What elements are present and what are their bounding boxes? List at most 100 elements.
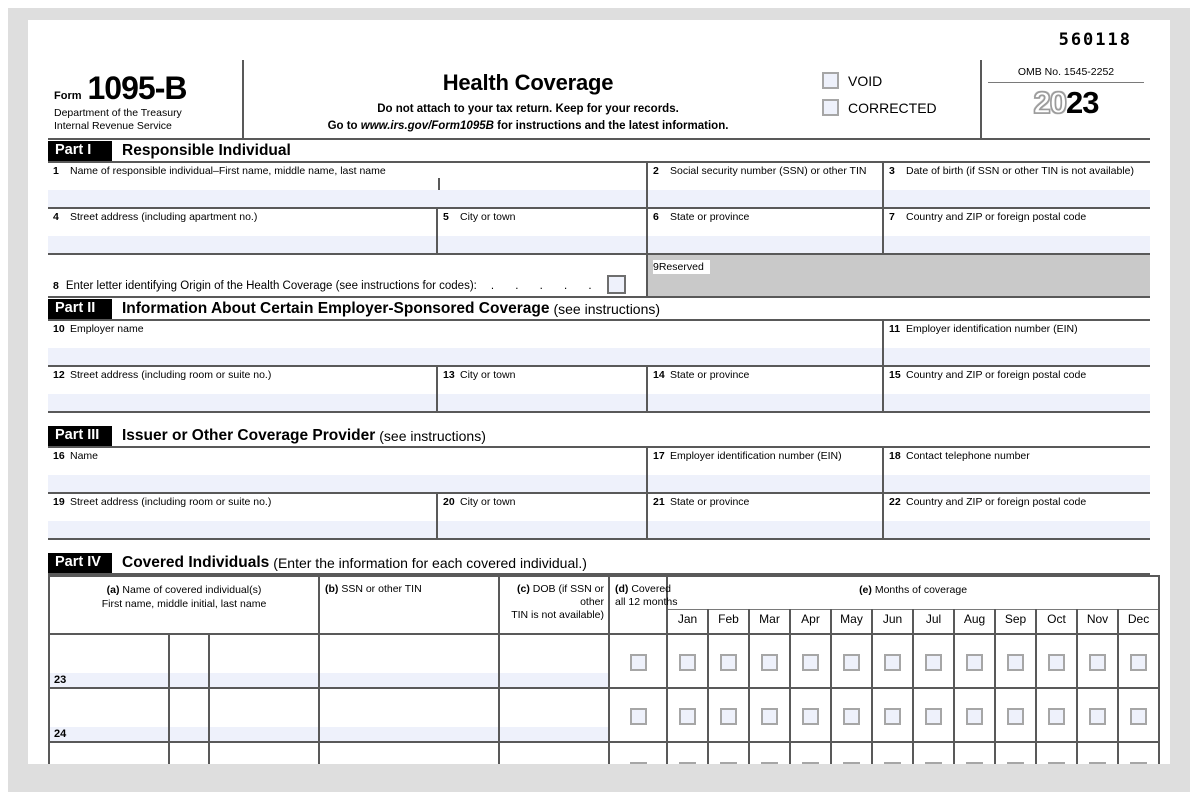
row-23-ssn-input[interactable] [320, 673, 498, 687]
row-25-feb-checkbox[interactable] [720, 762, 737, 764]
field-21-state[interactable]: 21 State or province [648, 494, 884, 538]
row-24-apr[interactable] [789, 687, 832, 743]
field-1-input[interactable] [48, 190, 646, 207]
row-24-first-name[interactable]: 24 [48, 687, 170, 743]
field-11-input[interactable] [884, 348, 1150, 365]
row-25-jun[interactable] [871, 741, 914, 764]
field-12-street[interactable]: 12 Street address (including room or suit… [48, 367, 438, 411]
row-24-jul-checkbox[interactable] [925, 708, 942, 725]
void-row[interactable]: VOID [812, 72, 980, 89]
row-25-ssn[interactable] [318, 741, 500, 764]
row-23-first-name-input[interactable] [50, 673, 168, 687]
field-21-input[interactable] [648, 521, 882, 538]
field-2-input[interactable] [648, 190, 882, 207]
field-7-country[interactable]: 7 Country and ZIP or foreign postal code [884, 209, 1150, 253]
row-24-middle-initial[interactable] [168, 687, 210, 743]
row-23-nov[interactable] [1076, 633, 1119, 689]
row-24-jun-checkbox[interactable] [884, 708, 901, 725]
row-23-feb[interactable] [707, 633, 750, 689]
row-23-feb-checkbox[interactable] [720, 654, 737, 671]
field-3-input[interactable] [884, 190, 1150, 207]
row-24-dob-input[interactable] [500, 727, 608, 741]
field-8-origin-code[interactable]: 8 Enter letter identifying Origin of the… [48, 255, 648, 296]
row-23-jun[interactable] [871, 633, 914, 689]
row-24-sep[interactable] [994, 687, 1037, 743]
row-23-first-name[interactable]: 23 [48, 633, 170, 689]
row-24-jan-checkbox[interactable] [679, 708, 696, 725]
row-24-aug-checkbox[interactable] [966, 708, 983, 725]
row-23-oct-checkbox[interactable] [1048, 654, 1065, 671]
row-23-last-name[interactable] [208, 633, 320, 689]
row-23-may[interactable] [830, 633, 873, 689]
field-4-street[interactable]: 4 Street address (including apartment no.… [48, 209, 438, 253]
row-24-apr-checkbox[interactable] [802, 708, 819, 725]
field-1-name[interactable]: 1 Name of responsible individual–First na… [48, 163, 648, 207]
field-7-input[interactable] [884, 236, 1150, 253]
field-13-city[interactable]: 13 City or town [438, 367, 648, 411]
field-5-city[interactable]: 5 City or town [438, 209, 648, 253]
field-10-employer-name[interactable]: 10 Employer name [48, 321, 884, 365]
irs-url[interactable]: www.irs.gov/Form1095B [361, 120, 494, 132]
field-6-state[interactable]: 6 State or province [648, 209, 884, 253]
field-12-input[interactable] [48, 394, 436, 411]
field-18-phone[interactable]: 18 Contact telephone number [884, 448, 1150, 492]
row-23-mi-input[interactable] [170, 673, 208, 687]
row-25-oct-checkbox[interactable] [1048, 762, 1065, 764]
field-3-dob[interactable]: 3 Date of birth (if SSN or other TIN is n… [884, 163, 1150, 207]
row-24-jan[interactable] [666, 687, 709, 743]
row-24-jun[interactable] [871, 687, 914, 743]
field-17-input[interactable] [648, 475, 882, 492]
row-24-nov-checkbox[interactable] [1089, 708, 1106, 725]
row-24-dob[interactable] [498, 687, 610, 743]
field-10-input[interactable] [48, 348, 882, 365]
row-23-dob-input[interactable] [500, 673, 608, 687]
corrected-checkbox[interactable] [822, 99, 839, 116]
row-24-dec[interactable] [1116, 687, 1161, 743]
row-24-oct-checkbox[interactable] [1048, 708, 1065, 725]
row-24-feb-checkbox[interactable] [720, 708, 737, 725]
row-25-covered-all-year[interactable] [608, 741, 668, 764]
row-24-first-name-input[interactable] [50, 727, 168, 741]
row-25-aug-checkbox[interactable] [966, 762, 983, 764]
field-13-input[interactable] [438, 394, 646, 411]
row-23-all12-checkbox[interactable] [629, 654, 647, 671]
row-24-may-checkbox[interactable] [843, 708, 860, 725]
row-25-jun-checkbox[interactable] [884, 762, 901, 764]
field-14-input[interactable] [648, 394, 882, 411]
field-20-city[interactable]: 20 City or town [438, 494, 648, 538]
row-23-apr-checkbox[interactable] [802, 654, 819, 671]
row-25-mar-checkbox[interactable] [761, 762, 778, 764]
row-23-nov-checkbox[interactable] [1089, 654, 1106, 671]
row-23-sep-checkbox[interactable] [1007, 654, 1024, 671]
field-15-input[interactable] [884, 394, 1150, 411]
row-24-covered-all-year[interactable] [608, 687, 668, 743]
row-25-nov[interactable] [1076, 741, 1119, 764]
field-19-street[interactable]: 19 Street address (including room or suit… [48, 494, 438, 538]
row-25-jul[interactable] [912, 741, 955, 764]
row-23-oct[interactable] [1035, 633, 1078, 689]
row-24-may[interactable] [830, 687, 873, 743]
row-25-last-name[interactable] [208, 741, 320, 764]
row-24-feb[interactable] [707, 687, 750, 743]
row-24-ssn[interactable] [318, 687, 500, 743]
row-25-may-checkbox[interactable] [843, 762, 860, 764]
row-24-all12-checkbox[interactable] [629, 708, 647, 725]
row-24-last-name-input[interactable] [210, 727, 318, 741]
row-24-mar[interactable] [748, 687, 791, 743]
row-25-jan-checkbox[interactable] [679, 762, 696, 764]
row-24-dec-checkbox[interactable] [1130, 708, 1148, 725]
row-23-middle-initial[interactable] [168, 633, 210, 689]
row-23-dec[interactable] [1116, 633, 1161, 689]
row-23-covered-all-year[interactable] [608, 633, 668, 689]
field-14-state[interactable]: 14 State or province [648, 367, 884, 411]
row-25-sep-checkbox[interactable] [1007, 762, 1024, 764]
row-25-first-name[interactable]: 25 [48, 741, 170, 764]
row-23-mar[interactable] [748, 633, 791, 689]
field-22-input[interactable] [884, 521, 1150, 538]
field-16-issuer-name[interactable]: 16 Name [48, 448, 648, 492]
row-25-sep[interactable] [994, 741, 1037, 764]
field-19-input[interactable] [48, 521, 436, 538]
field-6-input[interactable] [648, 236, 882, 253]
row-23-aug[interactable] [953, 633, 996, 689]
row-24-ssn-input[interactable] [320, 727, 498, 741]
